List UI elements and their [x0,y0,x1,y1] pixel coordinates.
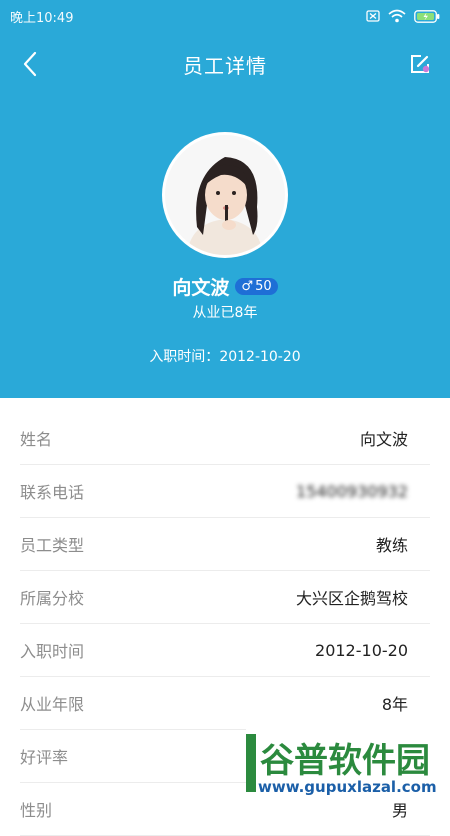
page-title: 员工详情 [183,53,267,78]
experience-years: 从业已8年 [192,305,258,321]
avatar [162,132,288,258]
detail-label: 性别 [20,801,53,820]
svg-text:www.gupuxlazal.com: www.gupuxlazal.com [258,778,437,796]
age-value: 50 [255,278,272,294]
detail-value: 2012-10-20 [315,640,408,660]
nav-bar: 员工详情 [0,40,450,88]
watermark-logo: 谷普软件园 www.gupuxlazal.com [246,728,450,800]
detail-row-type: 员工类型 教练 [20,518,430,571]
employee-name: 向文波 [172,276,230,299]
chevron-left-icon [23,51,37,77]
detail-label: 员工类型 [20,536,85,555]
detail-label: 入职时间 [20,642,85,661]
avatar-photo [165,135,285,255]
male-icon: ♂ [241,278,254,294]
detail-row-join-date: 入职时间 2012-10-20 [20,624,430,677]
wifi-icon [388,9,406,23]
notification-off-icon [366,10,380,22]
join-label: 入职时间： [149,349,220,365]
detail-row-name: 姓名 向文波 [20,412,430,465]
detail-row-school: 所属分校 大兴区企鹅驾校 [20,571,430,624]
detail-value: 男 [391,801,408,820]
join-date: 2012-10-20 [219,349,301,365]
detail-row-phone[interactable]: 联系电话 15400930932 [20,465,430,518]
edit-button[interactable] [406,50,434,78]
status-icons [366,9,440,23]
svg-text:谷普软件园: 谷普软件园 [260,741,430,781]
detail-row-years: 从业年限 8年 [20,677,430,730]
edit-icon [411,55,430,73]
back-button[interactable] [14,48,46,80]
detail-value: 8年 [381,695,408,714]
detail-label: 从业年限 [20,695,85,714]
detail-value: 教练 [375,536,408,555]
detail-value: 大兴区企鹅驾校 [295,589,408,608]
detail-value: 向文波 [359,430,408,449]
battery-icon [414,9,440,23]
detail-label: 姓名 [20,430,53,449]
status-bar: 晚上10:49 [0,0,450,32]
profile-header: 晚上10:49 员工详情 向文波 ♂ 50 从业已8年 入职时间：2012-10… [0,0,450,398]
watermark-logo-graphic: 谷普软件园 www.gupuxlazal.com [246,728,450,800]
detail-label: 好评率 [20,748,69,767]
phone-value[interactable]: 15400930932 [296,482,430,501]
detail-label: 所属分校 [20,589,85,608]
name-row: 向文波 ♂ 50 [0,270,450,302]
gender-age-badge: ♂ 50 [235,277,278,295]
detail-label: 联系电话 [20,483,85,502]
join-date-line: 入职时间：2012-10-20 [0,346,450,366]
status-time: 晚上10:49 [10,10,74,26]
